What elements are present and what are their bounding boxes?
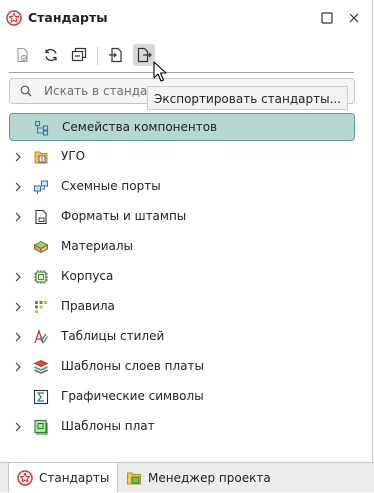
chevron-right-icon[interactable] (13, 361, 23, 373)
tree-item-formats-stamps[interactable]: Форматы и штампы (9, 203, 355, 231)
tree-item-label: Материалы (61, 239, 133, 253)
tree-item-packages[interactable]: Корпуса (9, 263, 355, 291)
chevron-right-icon[interactable] (13, 181, 23, 193)
standards-logo-icon (6, 10, 22, 26)
tree-item-rules[interactable]: Правила (9, 293, 355, 321)
tree-item-label: Схемные порты (61, 179, 161, 193)
tree-item-label: Форматы и штампы (61, 209, 187, 223)
import-standard-icon[interactable] (12, 44, 34, 66)
style-tables-icon (33, 328, 49, 345)
standards-panel: Стандарты Искать в стандартах Семейства … (0, 0, 374, 492)
toolbar-separator (97, 47, 98, 65)
collapse-all-icon[interactable] (68, 44, 90, 66)
toolbar (0, 40, 374, 72)
tree-item-graphic-symbols[interactable]: Графические символы (9, 383, 355, 411)
chevron-right-icon[interactable] (13, 271, 23, 283)
chevron-right-icon[interactable] (13, 301, 23, 313)
tree-item-schematic-ports[interactable]: Схемные порты (9, 173, 355, 201)
tree-item-label: Корпуса (61, 269, 114, 283)
tab-label: Стандарты (39, 470, 110, 485)
materials-icon (33, 239, 49, 255)
tree-item-board-layer-templates[interactable]: Шаблоны слоев платы (9, 353, 355, 381)
tab-project-manager[interactable]: Менеджер проекта (118, 463, 278, 492)
schematic-ports-icon (33, 179, 49, 195)
restore-icon[interactable] (319, 10, 335, 26)
standards-logo-icon (17, 469, 33, 486)
export-tooltip: Экспортировать стандарты... (147, 86, 349, 110)
chevron-right-icon[interactable] (13, 331, 23, 343)
tree-item-style-tables[interactable]: Таблицы стилей (9, 323, 355, 351)
board-templates-icon (33, 419, 49, 435)
tab-standards[interactable]: Стандарты (8, 463, 118, 492)
close-icon[interactable] (346, 10, 362, 26)
export-standards-icon[interactable] (133, 44, 155, 66)
tree-item-label: Графические символы (61, 389, 204, 403)
tree-item-label: Шаблоны слоев платы (61, 359, 204, 373)
tree-item-materials[interactable]: Материалы (9, 233, 355, 261)
rules-icon (33, 299, 49, 315)
toolbar-divider (9, 72, 354, 73)
tree-item-label: УГО (61, 149, 86, 163)
search-icon (20, 85, 32, 97)
tree-item-component-families[interactable]: Семейства компонентов (9, 113, 355, 141)
tree-item-label: Семейства компонентов (62, 120, 218, 134)
panel-titlebar: Стандарты (0, 0, 374, 36)
tree-item-label: Правила (61, 299, 115, 313)
panel-title: Стандарты (28, 10, 108, 25)
ugo-icon (33, 149, 49, 165)
component-families-icon (34, 120, 50, 136)
chevron-right-icon[interactable] (13, 151, 23, 163)
tree-item-label: Шаблоны плат (61, 419, 155, 433)
board-layer-templates-icon (33, 359, 49, 375)
chevron-right-icon[interactable] (13, 211, 23, 223)
mouse-cursor-icon (153, 61, 167, 83)
import-standards-icon[interactable] (105, 44, 127, 66)
refresh-icon[interactable] (40, 44, 62, 66)
packages-icon (33, 269, 49, 285)
graphic-symbols-icon (33, 389, 49, 405)
tree-item-label: Таблицы стилей (61, 329, 165, 343)
project-manager-icon (126, 470, 142, 486)
formats-stamps-icon (33, 209, 49, 225)
tab-label: Менеджер проекта (148, 470, 271, 485)
chevron-right-icon[interactable] (13, 421, 23, 433)
tree-item-board-templates[interactable]: Шаблоны плат (9, 413, 355, 441)
tree-item-ugo[interactable]: УГО (9, 143, 355, 171)
